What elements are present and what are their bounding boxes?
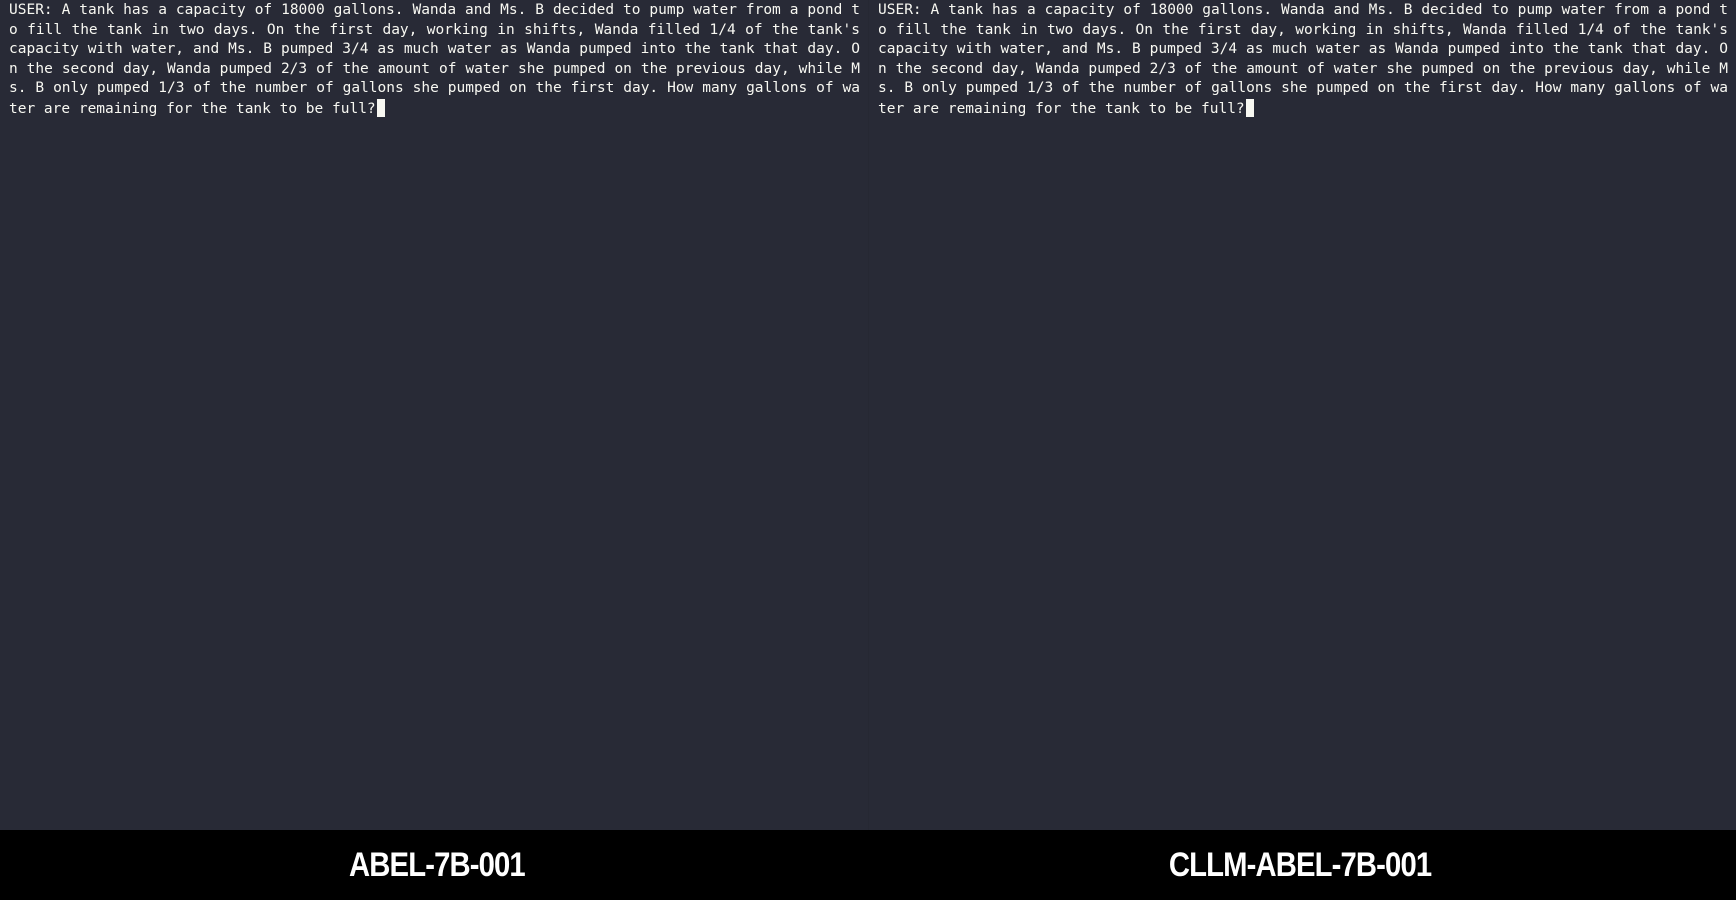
terminal-pane-left[interactable]: USER: A tank has a capacity of 18000 gal… — [0, 0, 868, 830]
cursor-icon — [1245, 98, 1254, 117]
model-label-left: ABEL-7B-001 — [349, 845, 526, 884]
prompt-text-right: USER: A tank has a capacity of 18000 gal… — [878, 2, 1736, 117]
terminal-output-right: USER: A tank has a capacity of 18000 gal… — [878, 0, 1728, 120]
terminal-output-left: USER: A tank has a capacity of 18000 gal… — [9, 0, 860, 120]
prompt-text-left: USER: A tank has a capacity of 18000 gal… — [9, 2, 868, 117]
model-label-right: CLLM-ABEL-7B-001 — [1168, 845, 1432, 884]
comparison-screen: USER: A tank has a capacity of 18000 gal… — [0, 0, 1736, 900]
terminal-pane-right[interactable]: USER: A tank has a capacity of 18000 gal… — [868, 0, 1736, 830]
cursor-icon — [376, 98, 385, 117]
terminal-panes: USER: A tank has a capacity of 18000 gal… — [0, 0, 1736, 830]
caption-bar: ABEL-7B-001 CLLM-ABEL-7B-001 — [0, 830, 1736, 900]
